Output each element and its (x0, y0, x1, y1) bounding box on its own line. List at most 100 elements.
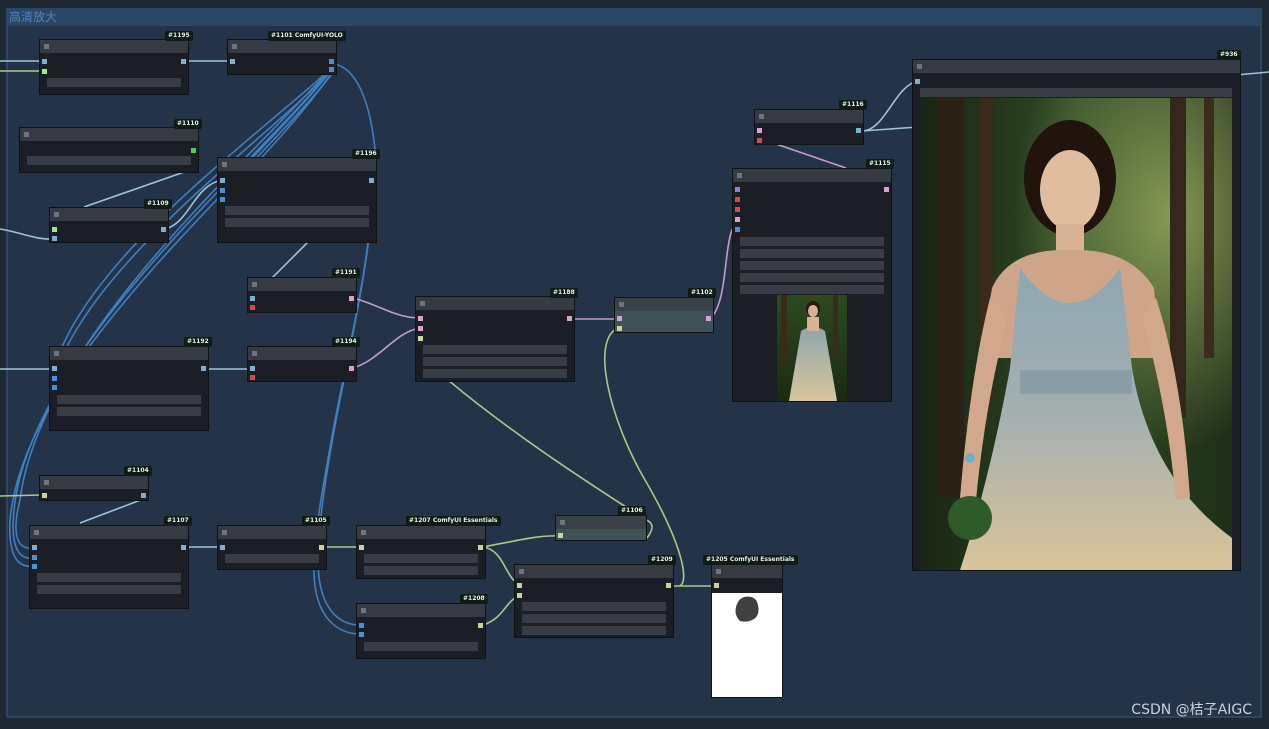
node-1208[interactable] (357, 604, 485, 658)
input-port[interactable] (757, 138, 762, 143)
node-1191[interactable] (248, 278, 356, 312)
output-port[interactable] (478, 545, 483, 550)
node-1107[interactable] (30, 526, 188, 608)
output-port[interactable] (666, 583, 671, 588)
collapse-icon[interactable] (24, 132, 29, 137)
input-port[interactable] (359, 545, 364, 550)
input-port[interactable] (359, 632, 364, 637)
widget-bar[interactable] (740, 237, 884, 246)
input-port[interactable] (517, 593, 522, 598)
input-port[interactable] (558, 533, 563, 538)
widget-bar[interactable] (740, 285, 884, 294)
collapse-icon[interactable] (619, 302, 624, 307)
input-port[interactable] (735, 227, 740, 232)
input-port[interactable] (220, 545, 225, 550)
input-port[interactable] (250, 366, 255, 371)
widget-bar[interactable] (920, 88, 1232, 97)
input-port[interactable] (220, 197, 225, 202)
widget-bar[interactable] (740, 261, 884, 270)
output-port[interactable] (181, 59, 186, 64)
widget-bar[interactable] (364, 566, 478, 575)
collapse-icon[interactable] (716, 569, 721, 574)
input-port[interactable] (32, 555, 37, 560)
collapse-icon[interactable] (252, 282, 257, 287)
collapse-icon[interactable] (54, 351, 59, 356)
node-1102[interactable] (615, 298, 713, 332)
node-header[interactable] (416, 297, 574, 310)
node-header[interactable] (30, 526, 188, 539)
node-header[interactable] (248, 278, 356, 291)
node-1188[interactable] (416, 297, 574, 381)
node-canvas[interactable]: 高清放大 #1195 #1101 ComfyUI-YOLO #1110 #119… (0, 0, 1269, 729)
collapse-icon[interactable] (361, 608, 366, 613)
node-1116[interactable] (755, 110, 863, 144)
input-port[interactable] (735, 207, 740, 212)
collapse-icon[interactable] (222, 530, 227, 535)
input-port[interactable] (735, 187, 740, 192)
input-port[interactable] (250, 296, 255, 301)
collapse-icon[interactable] (34, 530, 39, 535)
output-port[interactable] (369, 178, 374, 183)
input-port[interactable] (52, 376, 57, 381)
image-preview-thumbnail[interactable] (777, 295, 847, 401)
input-port[interactable] (418, 326, 423, 331)
input-port[interactable] (42, 69, 47, 74)
output-port[interactable] (141, 493, 146, 498)
output-port[interactable] (856, 128, 861, 133)
node-header[interactable] (40, 40, 188, 53)
widget-bar[interactable] (57, 407, 201, 416)
output-port[interactable] (706, 316, 711, 321)
collapse-icon[interactable] (222, 162, 227, 167)
widget-bar[interactable] (522, 626, 666, 635)
widget-bar[interactable] (740, 273, 884, 282)
node-1105[interactable] (218, 526, 326, 569)
node-header[interactable] (515, 565, 673, 578)
input-port[interactable] (617, 326, 622, 331)
node-header[interactable] (228, 40, 336, 53)
input-port[interactable] (32, 545, 37, 550)
output-port[interactable] (349, 296, 354, 301)
input-port[interactable] (220, 188, 225, 193)
node-1115[interactable] (733, 169, 891, 401)
widget-bar[interactable] (522, 602, 666, 611)
output-port[interactable] (478, 623, 483, 628)
widget-bar[interactable] (423, 345, 567, 354)
node-header[interactable] (218, 158, 376, 171)
input-port[interactable] (52, 236, 57, 241)
node-header[interactable] (248, 347, 356, 360)
input-port[interactable] (517, 583, 522, 588)
collapse-icon[interactable] (759, 114, 764, 119)
node-header[interactable] (40, 476, 148, 489)
node-header[interactable] (733, 169, 891, 182)
input-port[interactable] (735, 217, 740, 222)
widget-bar[interactable] (225, 218, 369, 227)
collapse-icon[interactable] (44, 44, 49, 49)
input-port[interactable] (617, 316, 622, 321)
node-1104[interactable] (40, 476, 148, 500)
output-port[interactable] (884, 187, 889, 192)
collapse-icon[interactable] (252, 351, 257, 356)
node-header[interactable] (556, 516, 646, 529)
node-header[interactable] (712, 565, 782, 578)
input-port[interactable] (52, 385, 57, 390)
widget-bar[interactable] (364, 642, 478, 651)
output-port[interactable] (201, 366, 206, 371)
output-port[interactable] (329, 59, 334, 64)
widget-bar[interactable] (27, 156, 191, 165)
node-1106[interactable] (556, 516, 646, 540)
widget-bar[interactable] (57, 395, 201, 404)
node-936[interactable] (913, 60, 1240, 570)
collapse-icon[interactable] (917, 64, 922, 69)
input-port[interactable] (418, 336, 423, 341)
input-port[interactable] (418, 316, 423, 321)
node-1207[interactable] (357, 526, 485, 578)
node-1196[interactable] (218, 158, 376, 242)
widget-bar[interactable] (37, 573, 181, 582)
output-port[interactable] (349, 366, 354, 371)
widget-bar[interactable] (37, 585, 181, 594)
node-header[interactable] (357, 526, 485, 539)
collapse-icon[interactable] (560, 520, 565, 525)
output-port[interactable] (181, 545, 186, 550)
input-port[interactable] (52, 227, 57, 232)
node-header[interactable] (913, 60, 1240, 73)
